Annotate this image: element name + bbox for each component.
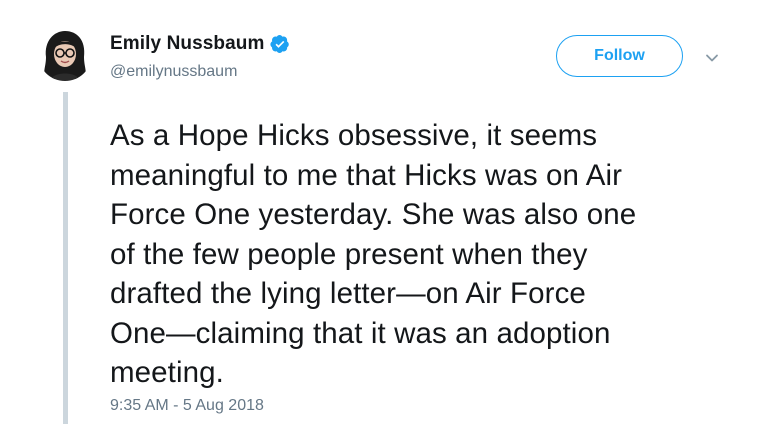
avatar[interactable] <box>38 27 92 81</box>
chevron-down-icon[interactable] <box>704 50 720 66</box>
author-name-row[interactable]: Emily Nussbaum <box>110 31 290 57</box>
author-display-name[interactable]: Emily Nussbaum <box>110 33 265 55</box>
tweet-text: As a Hope Hicks obsessive, it seems mean… <box>110 119 637 389</box>
avatar-illustration-icon <box>38 27 92 81</box>
author-handle[interactable]: @emilynussbaum <box>110 63 237 81</box>
thread-line <box>63 92 68 424</box>
verified-badge-icon <box>269 34 290 54</box>
tweet-timestamp[interactable]: 9:35 AM - 5 Aug 2018 <box>110 397 264 415</box>
follow-button[interactable]: Follow <box>556 35 683 77</box>
tweet-card: Emily Nussbaum @emilynussbaum Follow As … <box>0 0 768 424</box>
